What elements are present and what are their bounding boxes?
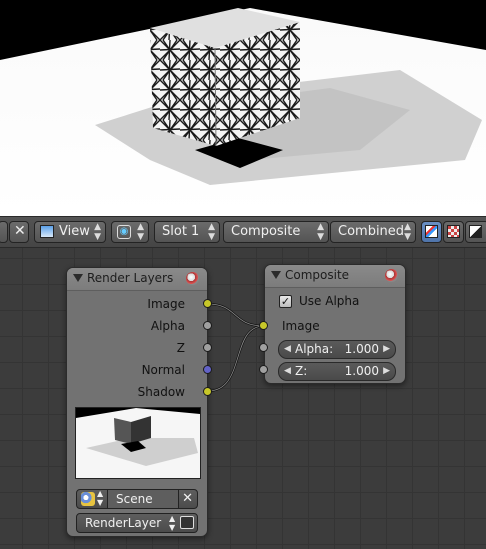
z-buffer-button[interactable] bbox=[465, 221, 486, 243]
link-image-to-image bbox=[207, 302, 265, 328]
socket-alpha-out[interactable] bbox=[203, 321, 212, 330]
render-layer-thumbnail bbox=[75, 407, 201, 479]
updown-arrow-icon: ▲ ▼ bbox=[208, 222, 215, 242]
socket-z-out[interactable] bbox=[203, 343, 212, 352]
node-preview-icon[interactable] bbox=[186, 272, 199, 285]
pass-select[interactable]: Combined ▲ ▼ bbox=[330, 221, 416, 243]
scene-select[interactable]: ▲ ▼ Scene ✕ bbox=[76, 489, 198, 509]
color-alpha-button[interactable] bbox=[421, 221, 442, 243]
pass-label: Combined bbox=[338, 224, 405, 239]
editor-type-edge[interactable] bbox=[0, 221, 8, 243]
image-editor-icon bbox=[40, 225, 54, 238]
image-editor-header: ✕ View ▲ ▼ ◉ ▲ ▼ Slot 1 ▲ ▼ Composite ▲ ▼ Co… bbox=[0, 216, 486, 248]
collapse-triangle-icon[interactable] bbox=[73, 274, 83, 282]
alpha-field-label: Alpha: bbox=[295, 342, 334, 356]
node-editor[interactable]: Render Layers Image Alpha Z Normal Shado… bbox=[0, 248, 486, 549]
decrement-icon[interactable]: ◀ bbox=[284, 363, 291, 380]
node-title: Render Layers bbox=[87, 271, 174, 285]
close-image-button[interactable]: ✕ bbox=[9, 221, 29, 243]
use-alpha-label: Use Alpha bbox=[299, 294, 360, 308]
socket-image-out[interactable] bbox=[203, 299, 212, 308]
scene-icon bbox=[81, 492, 95, 506]
collapse-triangle-icon[interactable] bbox=[271, 271, 281, 279]
render-layers-node[interactable]: Render Layers Image Alpha Z Normal Shado… bbox=[66, 267, 208, 537]
socket-normal-out[interactable] bbox=[203, 365, 212, 374]
updown-arrow-icon: ▲ ▼ bbox=[169, 514, 176, 532]
output-label-z: Z bbox=[176, 341, 185, 355]
updown-arrow-icon: ▲ ▼ bbox=[317, 222, 324, 242]
node-header[interactable]: Render Layers bbox=[67, 268, 207, 291]
decrement-icon[interactable]: ◀ bbox=[284, 341, 291, 358]
color-alpha-icon bbox=[425, 225, 438, 238]
render-image bbox=[0, 0, 486, 216]
alpha-button[interactable] bbox=[443, 221, 464, 243]
slot-label: Slot 1 bbox=[162, 224, 200, 239]
link-shadow-to-image bbox=[207, 324, 265, 393]
node-header[interactable]: Composite bbox=[265, 265, 405, 288]
close-icon: ✕ bbox=[14, 223, 26, 239]
output-label-image: Image bbox=[147, 297, 185, 311]
view-menu[interactable]: View ▲ ▼ bbox=[34, 221, 106, 243]
render-preview bbox=[0, 0, 486, 216]
socket-alpha-in[interactable] bbox=[259, 343, 268, 352]
slot-select[interactable]: Slot 1 ▲ ▼ bbox=[154, 221, 220, 243]
socket-z-in[interactable] bbox=[259, 365, 268, 374]
z-field[interactable]: ◀ Z: 1.000 ▶ bbox=[278, 362, 396, 381]
socket-shadow-out[interactable] bbox=[203, 387, 212, 396]
output-label-shadow: Shadow bbox=[137, 385, 185, 399]
z-buffer-icon bbox=[469, 225, 482, 238]
increment-icon[interactable]: ▶ bbox=[383, 363, 390, 380]
alpha-field[interactable]: ◀ Alpha: 1.000 ▶ bbox=[278, 340, 396, 359]
alpha-field-value: 1.000 bbox=[344, 342, 379, 356]
socket-image-in[interactable] bbox=[259, 321, 268, 330]
node-title: Composite bbox=[285, 268, 350, 282]
render-layer-select[interactable]: RenderLayer ▲ ▼ bbox=[76, 513, 198, 533]
pin-button[interactable]: ◉ ▲ ▼ bbox=[111, 221, 149, 243]
pin-icon: ◉ bbox=[117, 225, 131, 239]
output-label-normal: Normal bbox=[141, 363, 185, 377]
camera-render-icon[interactable] bbox=[180, 516, 194, 529]
updown-arrow-icon: ▲ ▼ bbox=[97, 489, 104, 507]
composite-node[interactable]: Composite ✓ Use Alpha Image ◀ Alpha: 1.0… bbox=[264, 264, 406, 384]
view-menu-label: View bbox=[59, 224, 90, 239]
use-alpha-toggle[interactable]: ✓ Use Alpha bbox=[279, 294, 399, 310]
z-field-label: Z: bbox=[295, 364, 308, 378]
close-icon[interactable]: ✕ bbox=[182, 490, 193, 508]
render-layer-name: RenderLayer bbox=[85, 516, 162, 530]
increment-icon[interactable]: ▶ bbox=[383, 341, 390, 358]
updown-arrow-icon: ▲ ▼ bbox=[404, 222, 411, 242]
layer-select[interactable]: Composite ▲ ▼ bbox=[223, 221, 329, 243]
z-field-value: 1.000 bbox=[344, 364, 379, 378]
node-preview-icon[interactable] bbox=[385, 269, 398, 282]
alpha-icon bbox=[447, 225, 460, 238]
updown-arrow-icon: ▲ ▼ bbox=[94, 222, 101, 242]
output-label-alpha: Alpha bbox=[150, 319, 185, 333]
input-label-image: Image bbox=[282, 319, 320, 333]
layer-label: Composite bbox=[231, 224, 301, 239]
scene-name: Scene bbox=[107, 490, 179, 508]
updown-arrow-icon: ▲ ▼ bbox=[137, 222, 144, 242]
use-alpha-checkbox[interactable]: ✓ bbox=[279, 295, 292, 308]
